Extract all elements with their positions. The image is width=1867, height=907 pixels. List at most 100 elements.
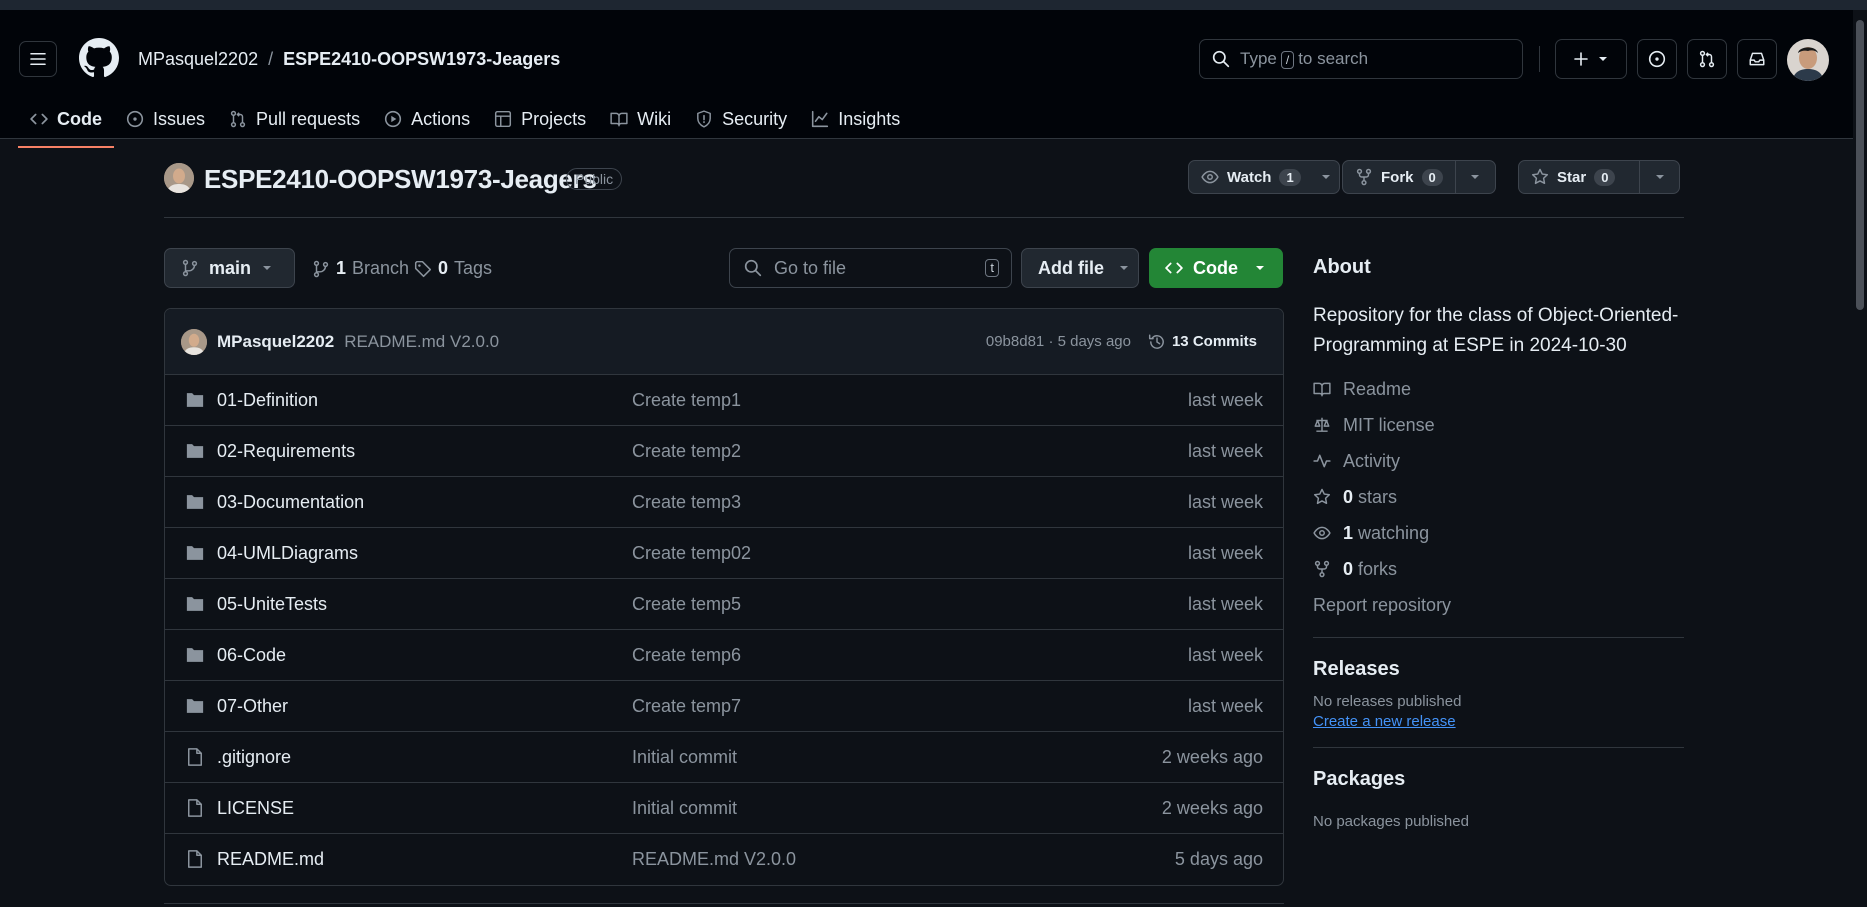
tags-link[interactable]: 0 Tags: [414, 258, 492, 279]
commit-author[interactable]: MPasquel2202: [217, 332, 334, 352]
readme-label: Readme: [1343, 378, 1412, 399]
create-new-button[interactable]: [1555, 39, 1627, 79]
file-commit-message[interactable]: Create temp7: [632, 696, 741, 717]
owner-avatar[interactable]: [164, 163, 194, 193]
file-row[interactable]: 03-Documentation Create temp3 last week: [165, 477, 1283, 528]
file-row[interactable]: .gitignore Initial commit 2 weeks ago: [165, 732, 1283, 783]
file-name-link[interactable]: 07-Other: [217, 696, 288, 717]
no-releases-text: No releases published: [1313, 693, 1462, 710]
report-repository-link[interactable]: Report repository: [1313, 587, 1684, 623]
pulse-icon: [1313, 454, 1331, 468]
tab-issues[interactable]: Issues: [114, 99, 217, 139]
watch-dropdown[interactable]: [1313, 161, 1339, 193]
file-row[interactable]: 07-Other Create temp7 last week: [165, 681, 1283, 732]
file-commit-message[interactable]: Create temp5: [632, 594, 741, 615]
file-name-link[interactable]: README.md: [217, 849, 324, 870]
caret-down-icon: [1471, 175, 1480, 179]
file-row[interactable]: README.md README.md V2.0.0 5 days ago: [165, 834, 1283, 885]
file-commit-message[interactable]: Create temp1: [632, 390, 741, 411]
graph-icon: [812, 110, 829, 128]
tab-pull-requests[interactable]: Pull requests: [217, 99, 372, 139]
shield-icon: [697, 110, 712, 128]
forks-link[interactable]: 0 forks: [1313, 551, 1684, 587]
file-commit-message[interactable]: README.md V2.0.0: [632, 849, 796, 870]
add-file-button[interactable]: Add file: [1021, 248, 1139, 288]
breadcrumb-repo[interactable]: ESPE2410-OOPSW1973-Jeagers: [283, 49, 560, 70]
star-main[interactable]: Star 0: [1519, 161, 1639, 193]
file-row[interactable]: 01-Definition Create temp1 last week: [165, 375, 1283, 426]
file-name-link[interactable]: LICENSE: [217, 798, 294, 819]
create-release-link[interactable]: Create a new release: [1313, 713, 1456, 730]
inbox-button[interactable]: [1737, 39, 1777, 79]
file-commit-message[interactable]: Create temp6: [632, 645, 741, 666]
tab-wiki[interactable]: Wiki: [598, 99, 683, 139]
file-row[interactable]: 05-UniteTests Create temp5 last week: [165, 579, 1283, 630]
issues-shortcut-button[interactable]: [1637, 39, 1677, 79]
releases-heading[interactable]: Releases: [1313, 658, 1684, 681]
history-icon: [1148, 334, 1164, 349]
file-commit-message[interactable]: Create temp2: [632, 441, 741, 462]
breadcrumb-owner[interactable]: MPasquel2202: [138, 49, 258, 70]
scrollbar-thumb[interactable]: [1856, 20, 1864, 310]
file-name-link[interactable]: 05-UniteTests: [217, 594, 327, 615]
commit-author-avatar[interactable]: [181, 328, 207, 355]
branch-selector[interactable]: main: [164, 248, 295, 288]
readme-link[interactable]: Readme: [1313, 371, 1684, 407]
tab-actions[interactable]: Actions: [372, 99, 482, 139]
fork-dropdown[interactable]: [1454, 161, 1495, 193]
commits-link[interactable]: 13 Commits: [1148, 333, 1257, 351]
watching-link[interactable]: 1 watching: [1313, 515, 1684, 551]
file-name-link[interactable]: 06-Code: [217, 645, 286, 666]
fork-button[interactable]: Fork 0: [1342, 160, 1496, 194]
license-link[interactable]: MIT license: [1313, 407, 1684, 443]
packages-heading[interactable]: Packages: [1313, 768, 1684, 791]
pull-requests-shortcut-button[interactable]: [1687, 39, 1727, 79]
github-logo-icon[interactable]: [79, 38, 119, 78]
go-to-file-placeholder: Go to file: [774, 257, 847, 278]
file-name-link[interactable]: 04-UMLDiagrams: [217, 543, 358, 564]
page-scrollbar[interactable]: [1853, 10, 1867, 907]
file-name-link[interactable]: .gitignore: [217, 747, 291, 768]
tab-security[interactable]: Security: [683, 99, 799, 139]
stars-link[interactable]: 0 stars: [1313, 479, 1684, 515]
watch-button[interactable]: Watch 1: [1188, 160, 1340, 194]
star-dropdown[interactable]: [1639, 161, 1679, 193]
table-icon: [495, 110, 512, 128]
fork-main[interactable]: Fork 0: [1343, 161, 1455, 193]
caret-down-icon: [1599, 57, 1607, 61]
folder-icon: [185, 492, 205, 512]
file-commit-message[interactable]: Create temp02: [632, 543, 751, 564]
tab-projects[interactable]: Projects: [482, 99, 598, 139]
file-commit-message[interactable]: Initial commit: [632, 798, 737, 819]
file-row[interactable]: 04-UMLDiagrams Create temp02 last week: [165, 528, 1283, 579]
file-name-link[interactable]: 03-Documentation: [217, 492, 364, 513]
commit-message[interactable]: README.md V2.0.0: [344, 332, 499, 352]
tab-code[interactable]: Code: [18, 99, 114, 148]
watch-main[interactable]: Watch 1: [1189, 161, 1313, 193]
search-icon: [744, 259, 762, 277]
file-name-link[interactable]: 01-Definition: [217, 390, 318, 411]
user-avatar[interactable]: [1787, 39, 1829, 81]
plus-icon: [1574, 52, 1588, 66]
file-commit-time: last week: [1187, 644, 1263, 665]
file-commit-message[interactable]: Initial commit: [632, 747, 737, 768]
branches-link[interactable]: 1 Branch: [312, 258, 409, 279]
folder-icon: [185, 441, 205, 461]
file-row[interactable]: 02-Requirements Create temp2 last week: [165, 426, 1283, 477]
star-button[interactable]: Star 0: [1518, 160, 1681, 194]
search-input[interactable]: Type / to search: [1199, 39, 1523, 79]
file-commit-time: last week: [1187, 695, 1263, 716]
repo-title[interactable]: ESPE2410-OOPSW1973-Jeagers: [204, 164, 597, 195]
tab-insights[interactable]: Insights: [799, 99, 912, 139]
hamburger-icon: [30, 52, 46, 66]
file-name-link[interactable]: 02-Requirements: [217, 441, 355, 462]
file-row[interactable]: 06-Code Create temp6 last week: [165, 630, 1283, 681]
file-row[interactable]: LICENSE Initial commit 2 weeks ago: [165, 783, 1283, 834]
code-button[interactable]: Code: [1149, 248, 1283, 288]
commit-hash-time[interactable]: 09b8d81 · 5 days ago: [986, 333, 1131, 350]
file-icon: [185, 747, 205, 767]
activity-link[interactable]: Activity: [1313, 443, 1684, 479]
go-to-file-input[interactable]: Go to file t: [729, 248, 1012, 288]
menu-button[interactable]: [19, 41, 57, 77]
file-commit-message[interactable]: Create temp3: [632, 492, 741, 513]
